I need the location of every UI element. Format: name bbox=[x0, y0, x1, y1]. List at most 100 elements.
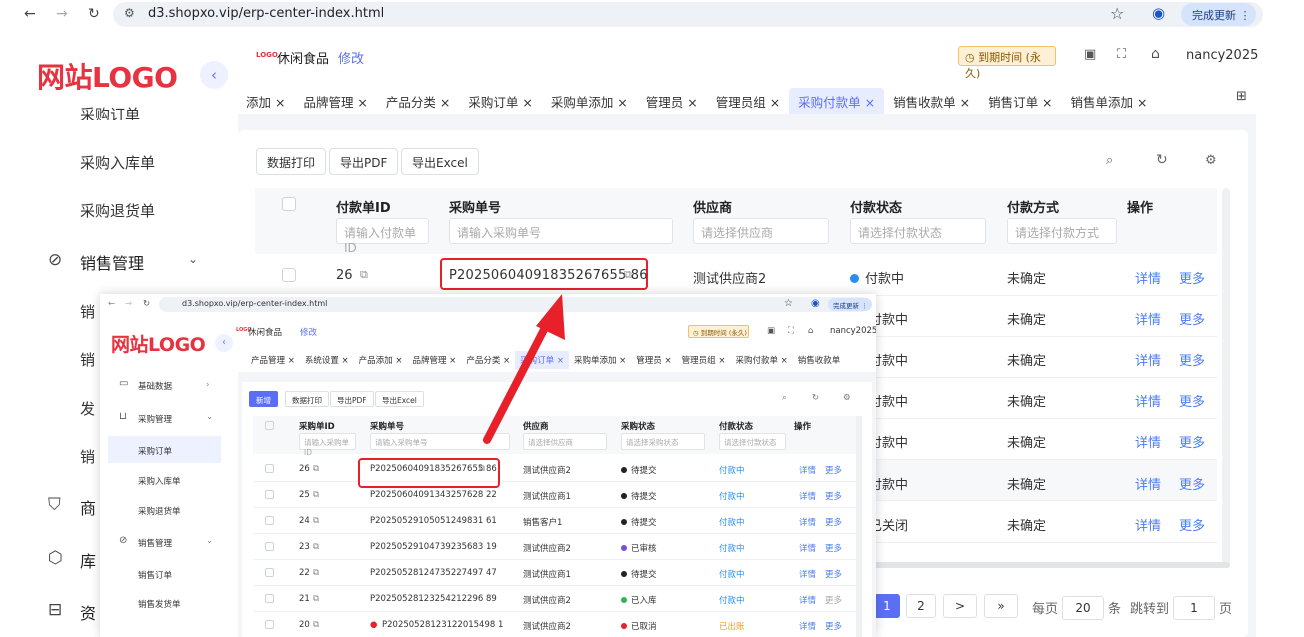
detail-link[interactable]: 详情 bbox=[1135, 350, 1161, 369]
more-link[interactable]: 更多 bbox=[1179, 391, 1205, 410]
per-page-label: 每页 bbox=[1032, 602, 1059, 617]
profile-icon[interactable]: ◉ bbox=[1152, 4, 1165, 22]
sidebar-item-sales-3[interactable]: 发 bbox=[80, 398, 95, 419]
filter-payment-id-input[interactable]: 请输入付款单ID bbox=[336, 218, 429, 255]
detail-link[interactable]: 详情 bbox=[1135, 309, 1161, 328]
tab-sales-receipt[interactable]: 销售收款单 × bbox=[884, 88, 979, 114]
more-link[interactable]: 更多 bbox=[1179, 474, 1205, 493]
forward-icon[interactable]: → bbox=[56, 6, 68, 22]
sidebar-group-inventory[interactable]: 库 bbox=[80, 548, 96, 572]
filter-status-select[interactable]: 请选择付款状态 bbox=[850, 218, 986, 244]
bookmark-star-icon[interactable]: ☆ bbox=[1110, 4, 1124, 23]
inset-row-id: 21 bbox=[299, 594, 310, 604]
url-text: d3.shopxo.vip/erp-center-index.html bbox=[148, 6, 385, 21]
detail-link[interactable]: 详情 bbox=[1135, 391, 1161, 410]
copy-icon[interactable]: ⧉ bbox=[624, 268, 632, 282]
inset-row-order-no: P20250604091343257628 22 bbox=[370, 490, 497, 500]
inset-row-supplier: 测试供应商2 bbox=[523, 596, 571, 606]
settings-icon[interactable]: ⚙ bbox=[1205, 153, 1217, 168]
jump-page-input[interactable]: 1 bbox=[1173, 596, 1215, 620]
inset-warning-icon: ● bbox=[370, 620, 378, 630]
home-icon[interactable]: ⌂ bbox=[1151, 46, 1160, 62]
inset-detail-link: 详情 bbox=[799, 596, 817, 606]
tab-purchase-payment[interactable]: 采购付款单 × bbox=[789, 88, 885, 114]
col-payment-method[interactable]: 付款方式 bbox=[1007, 197, 1059, 216]
inset-copy-icon: ⧉ bbox=[313, 620, 320, 630]
inset-url-text: d3.shopxo.vip/erp-center-index.html bbox=[182, 299, 328, 308]
tab-admin[interactable]: 管理员 × bbox=[637, 88, 707, 114]
col-order-no[interactable]: 采购单号 bbox=[449, 197, 501, 216]
last-page-button[interactable]: » bbox=[984, 594, 1018, 618]
filter-method-select[interactable]: 请选择付款方式 bbox=[1007, 218, 1117, 244]
page-1-button[interactable]: 1 bbox=[874, 594, 900, 618]
row-checkbox[interactable] bbox=[282, 268, 296, 282]
row-method: 未确定 bbox=[1007, 313, 1047, 328]
refresh-icon[interactable]: ↻ bbox=[1156, 152, 1168, 168]
tab-add[interactable]: 添加 × bbox=[238, 88, 294, 114]
detail-link[interactable]: 详情 bbox=[1135, 515, 1161, 534]
tab-category[interactable]: 产品分类 × bbox=[377, 88, 459, 114]
detail-link[interactable]: 详情 bbox=[1135, 474, 1161, 493]
user-name[interactable]: nancy2025 bbox=[1186, 48, 1258, 63]
inset-back-icon: ← bbox=[108, 299, 116, 309]
inset-copy-icon: ⧉ bbox=[313, 542, 320, 552]
site-logo: 网站LOGO bbox=[37, 61, 178, 94]
fullscreen-icon[interactable]: ⛶ bbox=[1117, 47, 1126, 62]
more-link[interactable]: 更多 bbox=[1179, 350, 1205, 369]
sidebar-item-sales-1[interactable]: 销 bbox=[80, 301, 95, 322]
select-all-checkbox[interactable] bbox=[282, 197, 296, 211]
inset-row-supplier: 测试供应商1 bbox=[523, 492, 571, 502]
col-payment-status[interactable]: 付款状态 bbox=[850, 197, 902, 216]
detail-link[interactable]: 详情 bbox=[1135, 268, 1161, 287]
sidebar-collapse-button[interactable]: ‹ bbox=[200, 61, 228, 89]
site-settings-icon[interactable]: ⚙ bbox=[124, 6, 135, 20]
horizontal-scrollbar[interactable] bbox=[872, 562, 1230, 568]
filter-supplier-select[interactable]: 请选择供应商 bbox=[693, 218, 829, 244]
export-excel-button[interactable]: 导出Excel bbox=[401, 148, 479, 175]
inset-col-ops: 操作 bbox=[794, 422, 812, 432]
search-icon[interactable]: ⌕ bbox=[1106, 153, 1113, 168]
sidebar-group-finance[interactable]: 资 bbox=[80, 600, 96, 624]
tab-sales-add[interactable]: 销售单添加 × bbox=[1062, 88, 1157, 114]
inset-row-id: 20 bbox=[299, 620, 310, 630]
tab-admin-group[interactable]: 管理员组 × bbox=[707, 88, 789, 114]
more-link[interactable]: 更多 bbox=[1179, 309, 1205, 328]
more-link[interactable]: 更多 bbox=[1179, 268, 1205, 287]
sidebar-item-purchase-inbound[interactable]: 采购入库单 bbox=[80, 152, 155, 173]
inset-tab: 品牌管理 × bbox=[412, 356, 457, 366]
filter-order-no-input[interactable]: 请输入采购单号 bbox=[449, 218, 673, 244]
page-2-button[interactable]: 2 bbox=[906, 594, 936, 618]
inset-filter-pay-status: 请选择付款状态 bbox=[719, 433, 786, 450]
inset-row-status: 待提交 bbox=[621, 516, 657, 528]
next-page-button[interactable]: > bbox=[943, 594, 977, 618]
back-icon[interactable]: ← bbox=[24, 6, 36, 22]
tabs-menu-icon[interactable]: ⊞ bbox=[1236, 89, 1247, 104]
vertical-scrollbar[interactable] bbox=[1222, 188, 1230, 566]
tab-purchase-add[interactable]: 采购单添加 × bbox=[542, 88, 637, 114]
sidebar-group-product[interactable]: 商 bbox=[80, 495, 96, 519]
per-page-input[interactable]: 20 bbox=[1062, 596, 1104, 620]
inset-pdf-button: 导出PDF bbox=[330, 391, 374, 407]
inset-sidebar-item: 销售发货单 bbox=[138, 600, 181, 610]
update-button[interactable]: 完成更新 ⋮ bbox=[1181, 3, 1256, 26]
inset-row-id: 22 bbox=[299, 568, 310, 578]
sidebar-item-sales-2[interactable]: 销 bbox=[80, 349, 95, 370]
sidebar-item-purchase-return[interactable]: 采购退货单 bbox=[80, 200, 155, 221]
reload-icon[interactable]: ↻ bbox=[88, 6, 100, 22]
col-payment-id[interactable]: 付款单ID bbox=[336, 197, 391, 216]
tab-sales-order[interactable]: 销售订单 × bbox=[979, 88, 1061, 114]
sidebar-group-sales[interactable]: 销售管理 bbox=[80, 250, 144, 274]
sidebar-item-purchase-order[interactable]: 采购订单 bbox=[80, 104, 140, 120]
export-pdf-button[interactable]: 导出PDF bbox=[329, 148, 399, 175]
copy-icon[interactable]: ⧉ bbox=[360, 268, 368, 282]
print-data-button[interactable]: 数据打印 bbox=[256, 148, 327, 175]
edit-shop-link[interactable]: 修改 bbox=[338, 48, 364, 67]
tab-purchase-order[interactable]: 采购订单 × bbox=[459, 88, 541, 114]
inset-tab: 管理员组 × bbox=[681, 356, 726, 366]
tab-brand[interactable]: 品牌管理 × bbox=[294, 88, 376, 114]
detail-link[interactable]: 详情 bbox=[1135, 432, 1161, 451]
more-link[interactable]: 更多 bbox=[1179, 515, 1205, 534]
print-icon[interactable]: ▣ bbox=[1084, 47, 1096, 62]
more-link[interactable]: 更多 bbox=[1179, 432, 1205, 451]
sidebar-item-sales-4[interactable]: 销 bbox=[80, 446, 95, 467]
